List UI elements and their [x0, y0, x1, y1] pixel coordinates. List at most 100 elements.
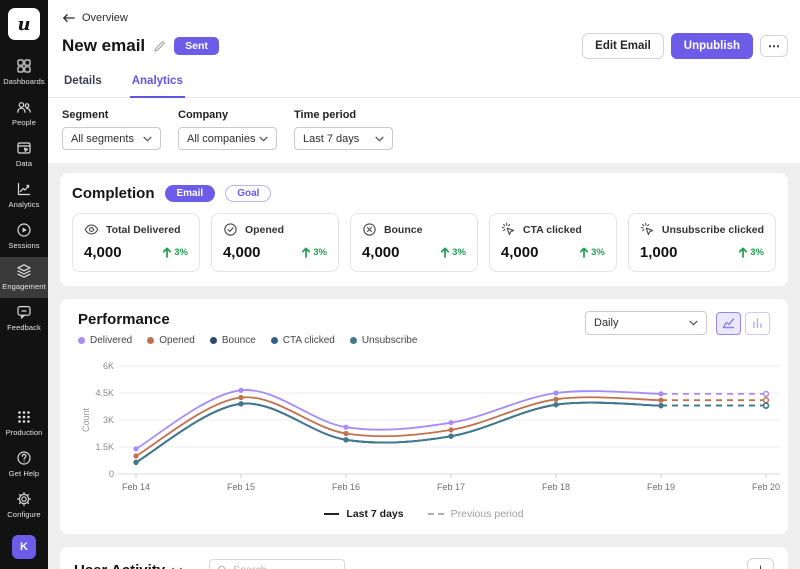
tabs: Details Analytics [48, 67, 800, 98]
svg-text:Count: Count [81, 408, 91, 433]
goal-pill[interactable]: Goal [225, 185, 271, 202]
chevron-down-icon [689, 320, 698, 326]
back-link[interactable]: Overview [62, 12, 128, 24]
sidebar-item-engagement[interactable]: Engagement [0, 257, 48, 298]
sessions-icon [16, 222, 32, 238]
sidebar-item-label: Get Help [9, 469, 39, 478]
performance-section: Performance Delivered Opened Bounce [60, 299, 788, 534]
segment-select[interactable]: All segments [62, 127, 161, 150]
cursor-click-icon [640, 222, 655, 237]
svg-text:Feb 15: Feb 15 [227, 482, 255, 492]
user-activity-title: User Activity [74, 562, 165, 569]
app-logo[interactable]: u [8, 8, 40, 40]
bar-chart-icon [751, 317, 764, 329]
stat-value: 4,000 [362, 244, 400, 261]
svg-text:0: 0 [109, 469, 114, 479]
dashed-line-swatch [428, 513, 444, 515]
sidebar-item-dashboards[interactable]: Dashboards [0, 52, 48, 93]
sidebar-item-analytics[interactable]: Analytics [0, 175, 48, 216]
cursor-click-icon [501, 222, 516, 237]
data-icon [16, 140, 32, 156]
legend-item-opened[interactable]: Opened [147, 335, 195, 346]
sidebar-item-label: Engagement [2, 282, 46, 291]
legend-item-unsubscribe[interactable]: Unsubscribe [350, 335, 418, 346]
edit-email-button[interactable]: Edit Email [582, 33, 664, 59]
bar-chart-toggle-button[interactable] [745, 312, 770, 335]
legend-dot [78, 337, 85, 344]
search-input[interactable] [233, 564, 337, 569]
filter-label: Time period [294, 109, 393, 121]
legend-item-delivered[interactable]: Delivered [78, 335, 132, 346]
svg-text:Feb 14: Feb 14 [122, 482, 150, 492]
interval-select[interactable]: Daily [585, 311, 707, 335]
user-avatar[interactable]: K [12, 535, 36, 559]
sidebar-item-configure[interactable]: Configure [0, 485, 48, 526]
more-actions-button[interactable]: ⋯ [760, 35, 788, 57]
trend-up-icon [579, 247, 589, 258]
edit-title-icon[interactable] [153, 40, 166, 53]
legend-dot [271, 337, 278, 344]
eye-icon [84, 222, 99, 237]
gear-icon [16, 491, 32, 507]
svg-text:Feb 17: Feb 17 [437, 482, 465, 492]
user-activity-title-dropdown[interactable]: User Activity [74, 562, 182, 569]
stat-value: 4,000 [223, 244, 261, 261]
stat-value: 4,000 [84, 244, 122, 261]
company-select[interactable]: All companies [178, 127, 277, 150]
help-icon [16, 450, 32, 466]
search-box [209, 559, 345, 569]
stat-card-opened: Opened 4,000 3% [211, 213, 339, 272]
sidebar-item-get-help[interactable]: Get Help [0, 444, 48, 485]
legend-previous-period[interactable]: Previous period [428, 508, 524, 520]
x-circle-icon [362, 222, 377, 237]
filter-label: Company [178, 109, 277, 121]
people-icon [16, 99, 32, 115]
download-button[interactable] [747, 558, 774, 569]
tab-details[interactable]: Details [62, 67, 104, 98]
legend-dot [147, 337, 154, 344]
solid-line-swatch [324, 513, 339, 515]
svg-text:6K: 6K [103, 361, 114, 371]
line-chart-toggle-button[interactable] [716, 312, 741, 335]
chevron-down-icon [143, 136, 152, 142]
sidebar: u Dashboards People Data Analytics Sessi… [0, 0, 48, 569]
svg-text:3K: 3K [103, 415, 114, 425]
sidebar-item-label: Dashboards [3, 77, 44, 86]
filters: Segment All segments Company All compani… [62, 98, 788, 163]
completion-section: Completion Email Goal Total Delivered 4,… [60, 173, 788, 286]
legend-last-7-days[interactable]: Last 7 days [324, 508, 403, 520]
sidebar-item-people[interactable]: People [0, 93, 48, 134]
sidebar-item-data[interactable]: Data [0, 134, 48, 175]
feedback-icon [16, 304, 32, 320]
unpublish-button[interactable]: Unpublish [671, 33, 753, 59]
sidebar-item-label: Sessions [8, 241, 39, 250]
sidebar-item-production[interactable]: Production [0, 403, 48, 444]
legend-item-bounce[interactable]: Bounce [210, 335, 256, 346]
production-icon [16, 409, 32, 425]
page-body: Completion Email Goal Total Delivered 4,… [48, 163, 800, 569]
trend-up-icon [738, 247, 748, 258]
filter-time-period: Time period Last 7 days [294, 109, 393, 150]
chevron-down-icon [375, 136, 384, 142]
chart-legend: Delivered Opened Bounce CTA clicked [78, 335, 417, 346]
filter-segment: Segment All segments [62, 109, 161, 150]
search-icon [217, 565, 228, 569]
email-pill[interactable]: Email [165, 185, 216, 202]
sidebar-item-feedback[interactable]: Feedback [0, 298, 48, 339]
stat-card-total-delivered: Total Delivered 4,000 3% [72, 213, 200, 272]
page-title: New email [62, 36, 145, 56]
user-activity-section: User Activity Users Delivered Opened CTA… [60, 547, 788, 569]
sidebar-item-label: Configure [7, 510, 40, 519]
sidebar-item-sessions[interactable]: Sessions [0, 216, 48, 257]
chart-period-legend: Last 7 days Previous period [78, 504, 770, 526]
legend-item-cta-clicked[interactable]: CTA clicked [271, 335, 335, 346]
stat-card-unsubscribe-clicked: Unsubscribe clicked 1,000 3% [628, 213, 776, 272]
trend-up-icon [440, 247, 450, 258]
download-icon [754, 564, 767, 569]
tab-analytics[interactable]: Analytics [130, 67, 185, 98]
performance-title: Performance [78, 311, 417, 328]
stat-value: 1,000 [640, 244, 678, 261]
stat-card-cta-clicked: CTA clicked 4,000 3% [489, 213, 617, 272]
trend-badge: 3% [738, 247, 764, 258]
time-period-select[interactable]: Last 7 days [294, 127, 393, 150]
